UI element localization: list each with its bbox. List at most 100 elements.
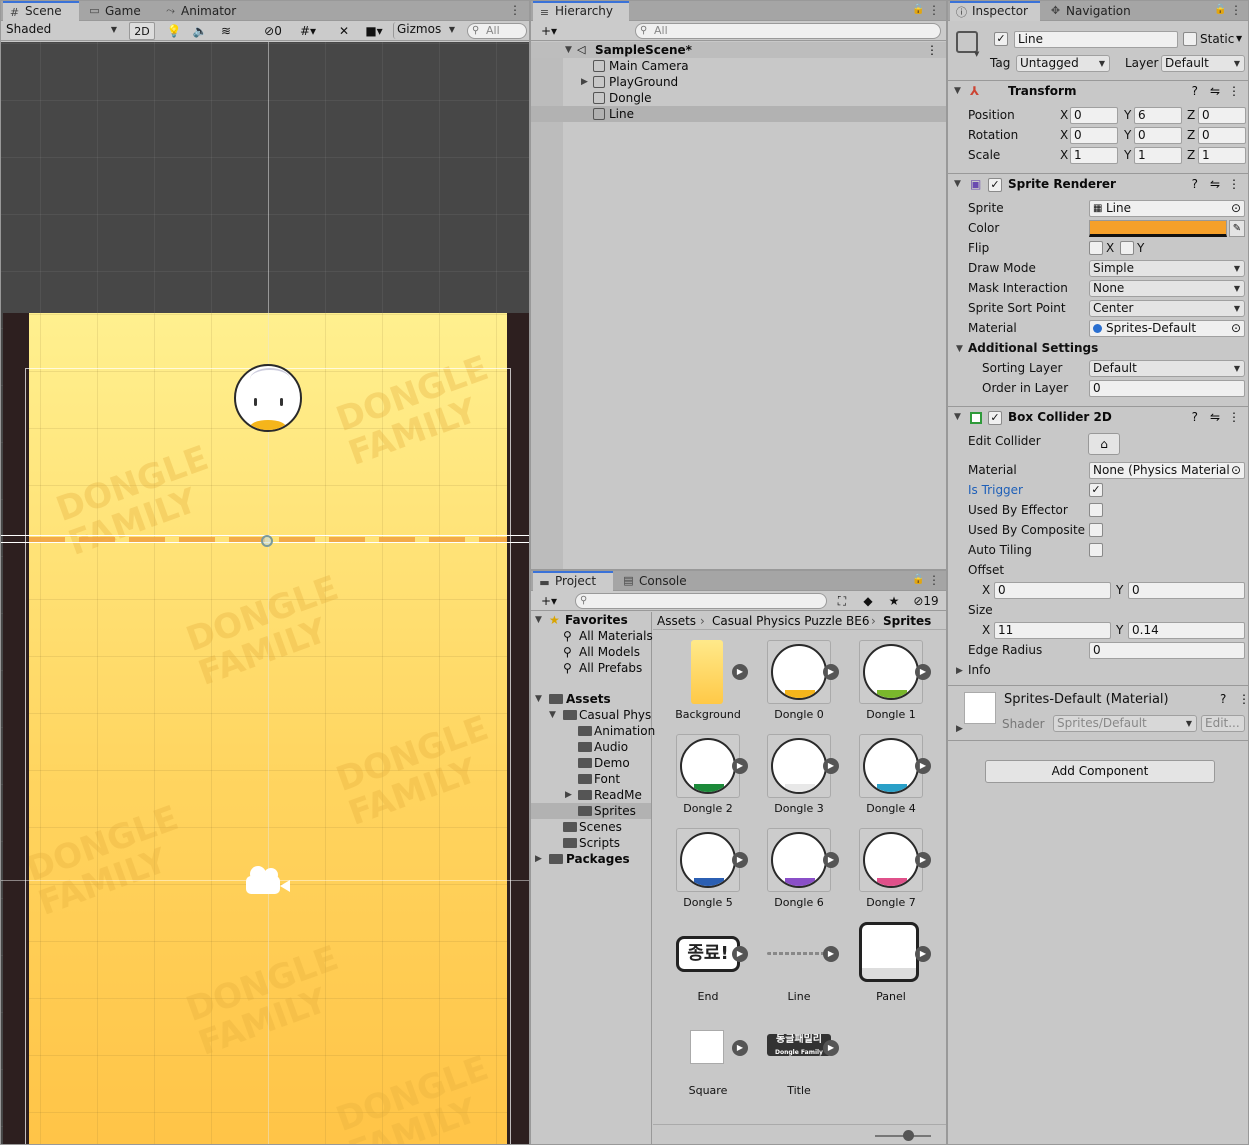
size-x-input[interactable]: 11 bbox=[994, 622, 1111, 639]
hierarchy-search-input[interactable]: ⚲ All bbox=[635, 23, 941, 39]
search-by-type-icon[interactable]: ⛶ bbox=[831, 592, 853, 610]
asset-dongle-5[interactable]: ▶ Dongle 5 bbox=[653, 828, 748, 922]
asset-square[interactable]: ▶ Square bbox=[653, 1016, 748, 1110]
tab-console[interactable]: ▤ Console bbox=[617, 571, 707, 591]
rotation-x-input[interactable]: 0 bbox=[1070, 127, 1118, 144]
shader-dropdown[interactable]: Sprites/Default ▼ bbox=[1053, 715, 1197, 732]
flip-x-checkbox[interactable] bbox=[1089, 241, 1103, 255]
folder-row[interactable]: Demo bbox=[531, 755, 651, 771]
static-checkbox[interactable] bbox=[1183, 32, 1197, 46]
help-icon[interactable]: ? bbox=[1192, 407, 1198, 428]
used-by-composite-checkbox[interactable] bbox=[1089, 523, 1103, 537]
flip-y-checkbox[interactable] bbox=[1120, 241, 1134, 255]
scene-root-row[interactable]: ▼ ◁ SampleScene* ⋮ bbox=[531, 42, 946, 58]
size-y-input[interactable]: 0.14 bbox=[1128, 622, 1245, 639]
edit-collider-button[interactable]: ⌂ bbox=[1088, 433, 1120, 455]
expand-sprite-icon[interactable]: ▶ bbox=[915, 664, 931, 680]
hidden-objects-icon[interactable]: ⊘0 bbox=[259, 22, 287, 40]
lock-icon[interactable]: 🔒 bbox=[1214, 4, 1226, 16]
chevron-right-icon[interactable]: ▶ bbox=[535, 851, 542, 867]
more-options-icon[interactable]: ⋮ bbox=[1228, 174, 1240, 195]
tab-project[interactable]: ▬ Project bbox=[533, 571, 613, 591]
gizmos-dropdown[interactable]: Gizmos ▼ bbox=[393, 22, 459, 39]
assets-root-row[interactable]: ▼ Assets bbox=[531, 691, 651, 707]
scale-x-input[interactable]: 1 bbox=[1070, 147, 1118, 164]
additional-settings-foldout[interactable]: Additional Settings bbox=[968, 340, 1098, 356]
help-icon[interactable]: ? bbox=[1220, 692, 1226, 706]
sort-point-dropdown[interactable]: Center ▼ bbox=[1089, 300, 1245, 317]
physics-material-field[interactable]: None (Physics Material 2 ⊙ bbox=[1089, 462, 1245, 479]
asset-dongle-1[interactable]: ▶ Dongle 1 bbox=[836, 640, 931, 734]
zoom-slider-handle[interactable] bbox=[903, 1130, 914, 1141]
asset-line[interactable]: ▶ Line bbox=[744, 922, 839, 1016]
asset-title[interactable]: 동글패밀리 Dongle Family ▶ Title bbox=[744, 1016, 839, 1110]
shader-edit-button[interactable]: Edit... bbox=[1201, 715, 1245, 732]
expand-sprite-icon[interactable]: ▶ bbox=[915, 758, 931, 774]
offset-y-input[interactable]: 0 bbox=[1128, 582, 1245, 599]
chevron-down-icon[interactable]: ▼ bbox=[954, 407, 961, 428]
folder-row[interactable]: ▼ Casual Phys bbox=[531, 707, 651, 723]
rotation-y-input[interactable]: 0 bbox=[1134, 127, 1182, 144]
expand-sprite-icon[interactable]: ▶ bbox=[823, 1040, 839, 1056]
pivot-handle-icon[interactable] bbox=[261, 535, 273, 547]
offset-x-input[interactable]: 0 bbox=[994, 582, 1111, 599]
tab-hierarchy[interactable]: ≡ Hierarchy bbox=[533, 1, 629, 21]
chevron-down-icon[interactable]: ▼ bbox=[535, 612, 542, 628]
shading-mode-dropdown[interactable]: Shaded ▼ bbox=[3, 22, 121, 39]
help-icon[interactable]: ? bbox=[1192, 81, 1198, 102]
folder-row[interactable]: ▶ ReadMe bbox=[531, 787, 651, 803]
position-y-input[interactable]: 6 bbox=[1134, 107, 1182, 124]
object-picker-icon[interactable]: ⊙ bbox=[1230, 463, 1241, 478]
tab-animator[interactable]: ⤳ Animator bbox=[159, 1, 249, 21]
favorite-item[interactable]: ⚲ All Materials bbox=[531, 628, 653, 644]
rotation-z-input[interactable]: 0 bbox=[1198, 127, 1246, 144]
eyedropper-icon[interactable]: ✎ bbox=[1229, 220, 1245, 237]
folder-row-selected[interactable]: Sprites bbox=[531, 803, 651, 819]
folder-row[interactable]: Scripts bbox=[531, 835, 651, 851]
sorting-layer-dropdown[interactable]: Default ▼ bbox=[1089, 360, 1245, 377]
tab-navigation[interactable]: ✥ Navigation bbox=[1044, 1, 1144, 21]
is-trigger-checkbox[interactable]: ✓ bbox=[1089, 483, 1103, 497]
tab-inspector[interactable]: ⓘ Inspector bbox=[950, 1, 1040, 21]
more-options-icon[interactable]: ⋮ bbox=[926, 42, 938, 58]
lock-icon[interactable]: 🔒 bbox=[912, 4, 924, 16]
asset-dongle-6[interactable]: ▶ Dongle 6 bbox=[744, 828, 839, 922]
position-z-input[interactable]: 0 bbox=[1198, 107, 1246, 124]
tab-game[interactable]: ▭ Game bbox=[83, 1, 157, 21]
breadcrumb-item[interactable]: Sprites bbox=[883, 612, 931, 630]
sprite-object-field[interactable]: ▦ Line ⊙ bbox=[1089, 200, 1245, 217]
object-picker-icon[interactable]: ⊙ bbox=[1231, 201, 1241, 216]
folder-row[interactable]: Animation bbox=[531, 723, 655, 739]
more-options-icon[interactable]: ⋮ bbox=[1228, 81, 1240, 102]
audio-icon[interactable]: 🔈 bbox=[189, 22, 211, 40]
object-name-input[interactable]: Line bbox=[1014, 31, 1178, 48]
static-dropdown-icon[interactable]: ▼ bbox=[1236, 31, 1242, 47]
layer-dropdown[interactable]: Default ▼ bbox=[1161, 55, 1245, 72]
order-in-layer-input[interactable]: 0 bbox=[1089, 380, 1245, 397]
more-options-icon[interactable]: ⋮ bbox=[1228, 407, 1240, 428]
breadcrumb-item[interactable]: Assets bbox=[657, 612, 696, 630]
more-options-icon[interactable]: ⋮ bbox=[1230, 3, 1242, 17]
asset-dongle-4[interactable]: ▶ Dongle 4 bbox=[836, 734, 931, 828]
asset-dongle-0[interactable]: ▶ Dongle 0 bbox=[744, 640, 839, 734]
add-object-button[interactable]: +▾ bbox=[537, 22, 561, 40]
asset-end[interactable]: 종료! ▶ End bbox=[653, 922, 748, 1016]
scene-viewport[interactable]: DONGLE FAMILY DONGLE FAMILY DONGLE FAMIL… bbox=[1, 42, 529, 1144]
effects-icon[interactable]: ≋ bbox=[215, 22, 237, 40]
asset-dongle-2[interactable]: ▶ Dongle 2 bbox=[653, 734, 748, 828]
help-icon[interactable]: ? bbox=[1192, 174, 1198, 195]
asset-dongle-7[interactable]: ▶ Dongle 7 bbox=[836, 828, 931, 922]
folder-row[interactable]: Scenes bbox=[531, 819, 651, 835]
lighting-icon[interactable]: 💡 bbox=[163, 22, 185, 40]
folder-row[interactable]: Font bbox=[531, 771, 651, 787]
hierarchy-item-dongle[interactable]: Dongle bbox=[531, 90, 946, 106]
hierarchy-item-playground[interactable]: ▶ PlayGround bbox=[531, 74, 946, 90]
tag-dropdown[interactable]: Untagged ▼ bbox=[1016, 55, 1110, 72]
auto-tiling-checkbox[interactable] bbox=[1089, 543, 1103, 557]
asset-dongle-3[interactable]: ▶ Dongle 3 bbox=[744, 734, 839, 828]
create-asset-button[interactable]: +▾ bbox=[537, 592, 561, 610]
chevron-down-icon[interactable]: ▼ bbox=[535, 691, 542, 707]
chevron-right-icon[interactable]: ▶ bbox=[581, 74, 588, 90]
preset-icon[interactable]: ⇋ bbox=[1210, 407, 1220, 428]
asset-panel[interactable]: ▶ Panel bbox=[836, 922, 931, 1016]
